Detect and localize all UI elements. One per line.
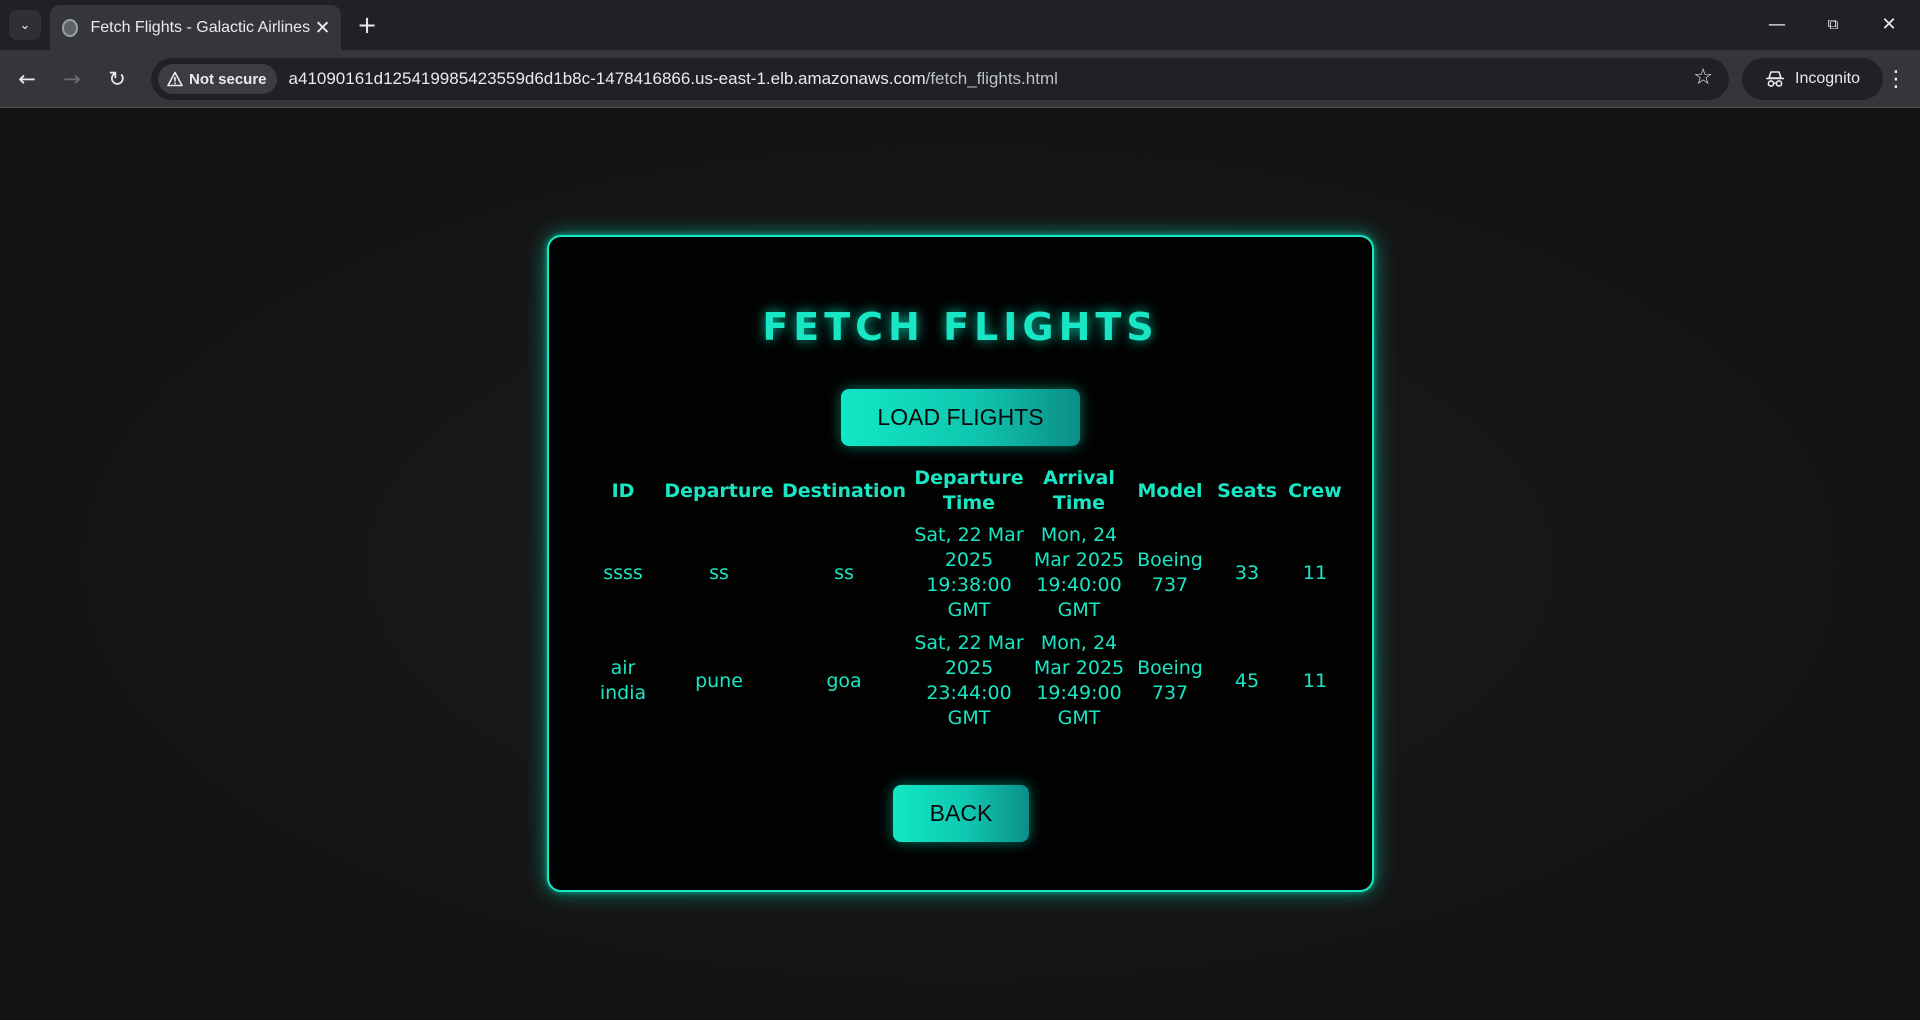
- cell-id: ssss: [603, 561, 643, 584]
- col-header-destination: Destination: [781, 479, 907, 502]
- table-row: ssss ss ss Sat, 22 Mar 2025 19:38:00 GMT…: [587, 519, 1347, 627]
- url-host: a41090161d125419985423559d6d1b8c-1478416…: [288, 69, 926, 88]
- address-bar[interactable]: Not secure a41090161d125419985423559d6d1…: [151, 58, 1729, 100]
- globe-icon: [62, 18, 79, 37]
- active-tab[interactable]: Fetch Flights - Galactic Airlines ✕: [50, 5, 341, 50]
- security-label: Not secure: [189, 70, 267, 88]
- cell-crew: 11: [1302, 669, 1328, 692]
- flights-card: FETCH FLIGHTS LOAD FLIGHTS ID Departure …: [547, 235, 1374, 892]
- new-tab-button[interactable]: +: [352, 10, 382, 40]
- forward-arrow-icon[interactable]: →: [56, 63, 88, 95]
- tab-title: Fetch Flights - Galactic Airlines: [90, 18, 311, 36]
- flights-table: ID Departure Destination Departure Time …: [587, 463, 1347, 735]
- close-tab-icon[interactable]: ✕: [310, 17, 335, 39]
- col-header-departure: Departure: [664, 479, 774, 502]
- cell-departure: ss: [709, 561, 729, 584]
- cell-destination: ss: [834, 561, 854, 584]
- incognito-chip[interactable]: Incognito: [1742, 58, 1883, 100]
- minimize-icon[interactable]: —: [1754, 8, 1800, 40]
- cell-arrival-time: Mon, 24 Mar 2025 19:40:00 GMT: [1033, 524, 1125, 621]
- col-header-model: Model: [1137, 479, 1203, 502]
- restore-icon[interactable]: ⧉: [1810, 8, 1856, 40]
- col-header-arrival-time: Arrival Time: [1043, 467, 1115, 514]
- bookmark-star-icon[interactable]: ☆: [1693, 65, 1713, 90]
- more-menu-icon[interactable]: ⋮: [1880, 63, 1912, 95]
- back-arrow-icon[interactable]: ←: [11, 63, 43, 95]
- page-title: FETCH FLIGHTS: [762, 305, 1159, 349]
- cell-arrival-time: Mon, 24 Mar 2025 19:49:00 GMT: [1033, 632, 1125, 729]
- browser-toolbar: ← → ↻ Not secure a41090161d1254199854235…: [0, 50, 1920, 108]
- page-body: FETCH FLIGHTS LOAD FLIGHTS ID Departure …: [0, 108, 1920, 1020]
- incognito-label: Incognito: [1795, 70, 1860, 87]
- reload-icon[interactable]: ↻: [101, 63, 133, 95]
- cell-model: Boeing 737: [1137, 657, 1203, 704]
- tab-strip: ⌄ Fetch Flights - Galactic Airlines ✕ + …: [0, 0, 1920, 50]
- col-header-id: ID: [611, 479, 635, 502]
- col-header-crew: Crew: [1288, 479, 1342, 502]
- cell-departure-time: Sat, 22 Mar 2025 23:44:00 GMT: [914, 632, 1024, 729]
- warning-icon: [167, 71, 183, 87]
- url-path: /fetch_flights.html: [925, 69, 1058, 88]
- close-window-icon[interactable]: ✕: [1866, 8, 1912, 40]
- cell-departure-time: Sat, 22 Mar 2025 19:38:00 GMT: [914, 524, 1024, 621]
- chevron-down-icon: ⌄: [19, 17, 31, 33]
- table-header-row: ID Departure Destination Departure Time …: [587, 463, 1347, 519]
- tab-search-button[interactable]: ⌄: [9, 10, 41, 40]
- cell-seats: 33: [1234, 561, 1260, 584]
- cell-id: air india: [599, 657, 647, 704]
- incognito-icon: [1766, 71, 1785, 87]
- col-header-seats: Seats: [1217, 479, 1277, 502]
- table-row: air india pune goa Sat, 22 Mar 2025 23:4…: [587, 627, 1347, 735]
- url-text[interactable]: a41090161d125419985423559d6d1b8c-1478416…: [289, 69, 1058, 89]
- cell-seats: 45: [1234, 669, 1260, 692]
- cell-departure: pune: [695, 669, 743, 692]
- security-chip[interactable]: Not secure: [158, 64, 277, 94]
- cell-crew: 11: [1302, 561, 1328, 584]
- back-button[interactable]: BACK: [893, 785, 1029, 842]
- load-flights-button[interactable]: LOAD FLIGHTS: [841, 389, 1080, 446]
- cell-destination: goa: [826, 669, 862, 692]
- cell-model: Boeing 737: [1137, 549, 1203, 596]
- col-header-departure-time: Departure Time: [914, 467, 1024, 514]
